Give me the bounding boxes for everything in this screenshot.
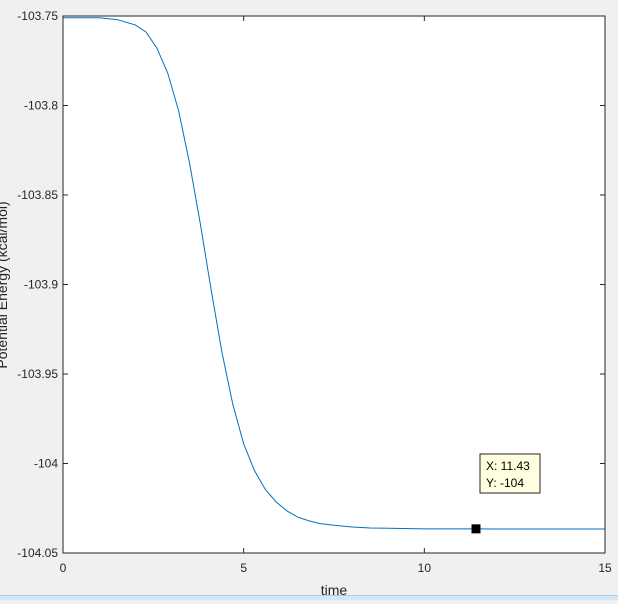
y-tick-label: -103.95 xyxy=(17,367,58,381)
data-tip-marker[interactable] xyxy=(471,524,481,534)
figure-window: 0 5 10 15 -103.75 -103.8 -103.85 -103.9 -103.95… xyxy=(0,0,618,600)
y-tick-label: -103.85 xyxy=(17,188,58,202)
x-tick-label: 5 xyxy=(240,561,247,575)
y-tick-label: -103.8 xyxy=(24,99,58,113)
x-tick-label: 10 xyxy=(418,561,432,575)
y-tick-label: -104.05 xyxy=(17,546,58,560)
y-tick-label: -103.75 xyxy=(17,9,58,23)
y-tick-label: -104 xyxy=(34,457,58,471)
data-tip-y: Y: -104 xyxy=(486,476,524,490)
data-tip-x: X: 11.43 xyxy=(486,459,530,473)
line-chart: 0 5 10 15 -103.75 -103.8 -103.85 -103.9 -103.95… xyxy=(0,9,612,598)
x-tick-label: 0 xyxy=(60,561,67,575)
y-axis-label: Potential Energy (kcal/mol) xyxy=(0,201,10,368)
x-tick-label: 15 xyxy=(598,561,612,575)
status-strip xyxy=(0,595,618,600)
y-tick-label: -103.9 xyxy=(24,278,58,292)
